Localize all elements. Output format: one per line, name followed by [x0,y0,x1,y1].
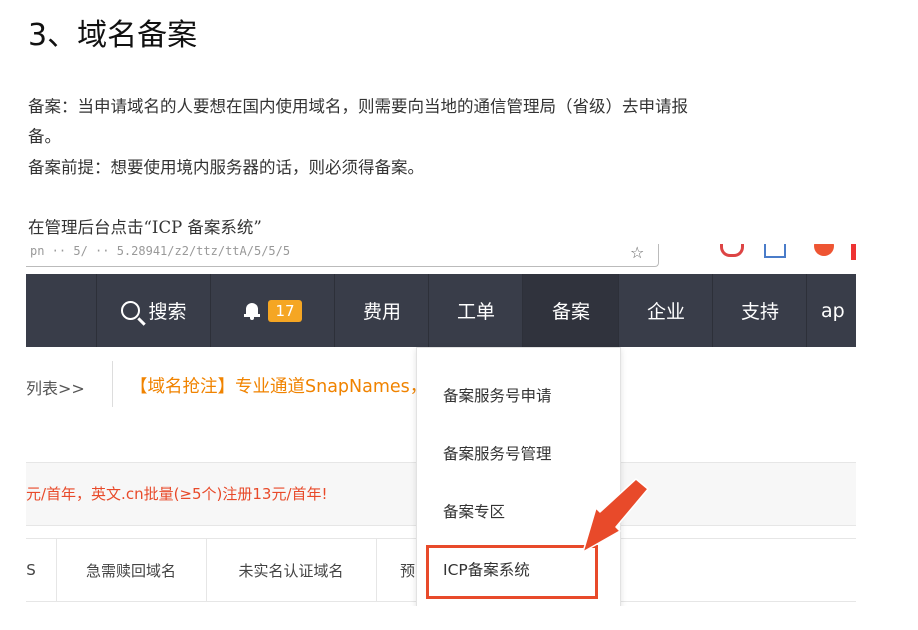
top-nav: 搜索 17 费用 工单 备案 企业 支持 ap [26,274,856,347]
nav-notifications[interactable]: 17 [210,274,335,347]
tab-redeem-domains[interactable]: 急需赎回域名 [56,539,207,601]
browser-toolbar: pn ·· 5/ ·· 5.28941/z2/ttz/ttA/5/5/5 ☆ [26,244,856,274]
tab-item[interactable]: S [26,539,57,601]
list-link[interactable]: 列表>> [26,375,85,399]
highlight-box [426,545,598,599]
nav-ticket[interactable]: 工单 [428,274,523,347]
paragraph-line-3: 备案前提：想要使用境内服务器的话，则必须得备案。 [28,158,424,177]
notification-badge: 17 [268,299,302,322]
promo-text[interactable]: 元/首年，英文.cn批量(≥5个)注册13元/首年! [26,483,328,504]
paragraph-line-2: 备。 [28,127,61,146]
menu-item-apply-service-number[interactable]: 备案服务号申请 [443,384,552,406]
search-icon [121,301,141,320]
star-icon[interactable]: ☆ [630,244,644,262]
menu-item-manage-service-number[interactable]: 备案服务号管理 [443,442,552,464]
bell-icon [244,302,261,320]
embedded-screenshot: pn ·· 5/ ·· 5.28941/z2/ttz/ttA/5/5/5 ☆ 搜… [26,244,856,606]
nav-fee[interactable]: 费用 [334,274,429,347]
nav-enterprise[interactable]: 企业 [618,274,713,347]
nav-beian[interactable]: 备案 [522,274,619,347]
tab-unverified-domains[interactable]: 未实名认证域名 [206,539,377,601]
extension-icon[interactable] [720,244,744,257]
divider [112,361,113,407]
beian-dropdown-menu: 备案服务号申请 备案服务号管理 备案专区 ICP备案系统 [416,347,621,606]
paragraph-line-1: 备案：当申请域名的人要想在国内使用域名，则需要向当地的通信管理局（省级）去申请报 [28,97,688,116]
extension-icon[interactable] [814,244,834,256]
nav-more[interactable]: ap [806,274,856,347]
url-text: pn ·· 5/ ·· 5.28941/z2/ttz/ttA/5/5/5 [30,244,291,258]
extension-icon[interactable] [764,244,786,258]
paragraph-line-4: 在管理后台点击“ICP 备案系统” [28,218,262,237]
section-heading: 3、域名备案 [28,18,198,53]
nav-support[interactable]: 支持 [712,274,807,347]
address-bar[interactable]: pn ·· 5/ ·· 5.28941/z2/ttz/ttA/5/5/5 ☆ [26,244,659,267]
menu-item-beian-zone[interactable]: 备案专区 [443,500,505,522]
nav-search[interactable]: 搜索 [96,274,211,347]
scrollbar-marker [851,244,856,260]
nav-search-label: 搜索 [148,301,187,323]
